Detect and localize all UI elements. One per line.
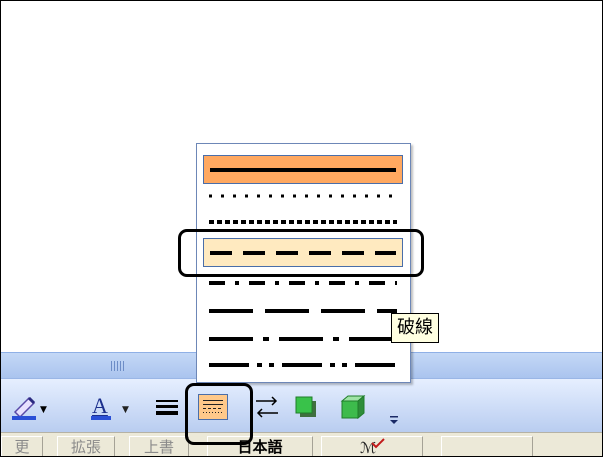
3d-style-button[interactable] [335,393,369,421]
long-dash-line-icon [209,308,397,313]
dash-option-long-dash[interactable] [203,296,403,325]
document-window: ▼ A ▼ 更 拡張 上書 日本語 ℳ 破線 [0,0,603,457]
svg-text:ℳ: ℳ [360,439,376,455]
spelling-check-icon: ℳ [360,438,385,456]
toolbar-options-button[interactable] [386,409,402,429]
shadow-icon [295,396,316,417]
status-extend-cell[interactable]: 拡張 [57,436,115,456]
font-color-icon: A ▼ [91,393,129,420]
arrow-style-button[interactable] [251,393,283,421]
dash-option-long-dash-dot-dot[interactable] [203,350,403,379]
dash-option-round-dot[interactable] [203,181,403,210]
line-color-button[interactable]: ▼ [9,393,47,421]
status-mode-cell[interactable]: 更 [1,436,43,456]
round-dot-line-icon [209,194,397,197]
svg-text:▼: ▼ [122,405,129,415]
font-color-button[interactable]: A ▼ [89,393,131,421]
drawing-toolbar: ▼ A ▼ [1,378,602,432]
dash-tooltip: 破線 [391,313,439,343]
dash-dot-line-icon [209,280,397,285]
dash-option-long-dash-dot[interactable] [203,324,403,353]
font-color-letter: A [92,393,108,418]
long-dash-dot-dot-line-icon [209,362,397,367]
dash-option-solid[interactable] [203,155,403,184]
svg-text:▼: ▼ [40,405,47,415]
line-style-icon [156,400,178,415]
status-overwrite-cell[interactable]: 上書 [129,436,189,456]
shadow-style-button[interactable] [291,393,321,421]
arrow-style-icon [256,396,278,418]
chevron-down-icon [390,416,398,424]
highlight-dash-style-button [185,383,253,445]
status-empty-cell [441,436,533,456]
line-style-button[interactable] [153,393,181,421]
status-spelling-cell[interactable]: ℳ [321,436,423,456]
grip-handle-icon[interactable] [111,361,125,371]
pen-icon: ▼ [12,396,47,420]
long-dash-dot-line-icon [209,336,397,341]
square-dot-line-icon [209,219,397,224]
3d-cube-icon [340,394,366,420]
status-bar: 更 拡張 上書 日本語 ℳ [1,432,602,456]
solid-line-icon [210,167,396,172]
highlight-dash-option [178,229,424,277]
